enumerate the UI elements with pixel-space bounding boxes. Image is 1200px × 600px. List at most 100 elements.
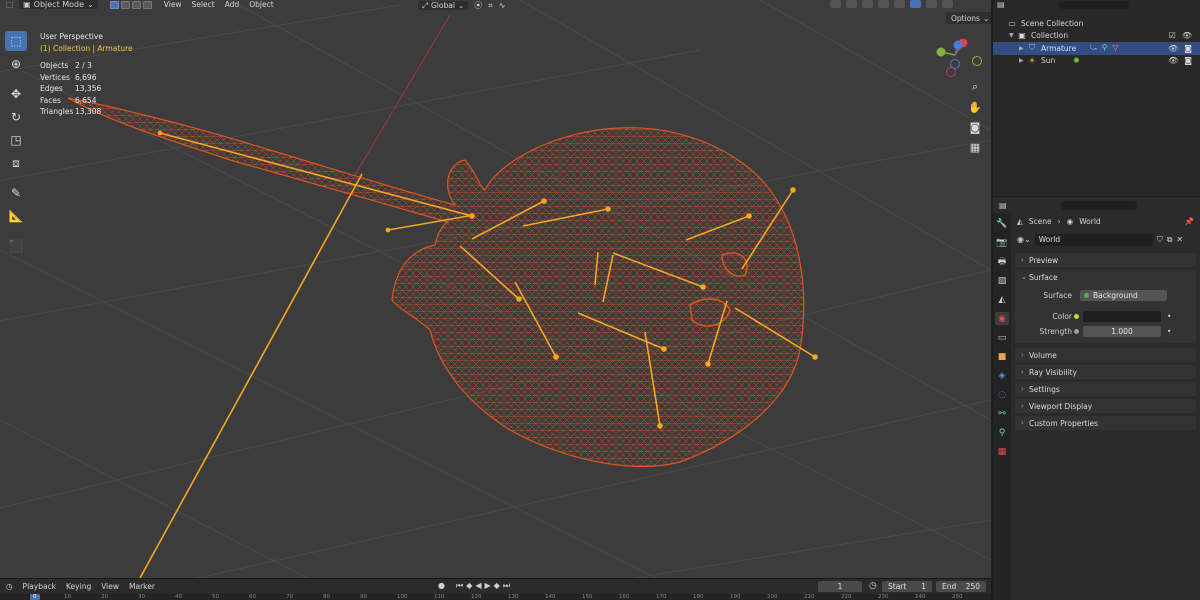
snap-icon[interactable]: ⌗ <box>488 1 493 11</box>
fake-user-shield-icon[interactable]: ⛉ <box>1157 235 1163 245</box>
texture-tab-icon[interactable]: ▦ <box>995 445 1009 458</box>
solid-shading-icon[interactable] <box>910 0 921 8</box>
transform-tool-icon[interactable]: ⧈ <box>5 153 27 173</box>
prev-keyframe-icon[interactable]: ◆ <box>466 581 472 591</box>
visibility-icon[interactable] <box>830 0 841 8</box>
eye-icon[interactable]: 👁 <box>1182 31 1192 40</box>
expand-triangle-icon[interactable]: ▼ <box>1009 32 1017 39</box>
expand-triangle-icon[interactable]: ▶ <box>1019 57 1027 64</box>
physics-tab-icon[interactable]: ◌ <box>995 388 1009 401</box>
pan-hand-icon[interactable]: ✋ <box>968 100 982 114</box>
duplicate-icon[interactable]: ⧉ <box>1167 235 1173 245</box>
frame-ruler[interactable]: 0 10 20 30 40 50 60 70 80 90 100 110 120… <box>0 594 991 600</box>
checkbox-icon[interactable]: ☑ <box>1169 31 1176 40</box>
gizmo-icon[interactable] <box>846 0 857 8</box>
add-cube-tool-icon[interactable]: ⬛ <box>5 236 27 256</box>
move-tool-icon[interactable]: ✥ <box>5 84 27 104</box>
outliner-item-sun[interactable]: ▶ ☀ Sun ✺ 👁 ◙ <box>993 55 1200 68</box>
current-frame-field[interactable]: 1 <box>818 581 862 592</box>
scene-tab-icon[interactable]: ◭ <box>995 293 1009 306</box>
rendered-shading-icon[interactable] <box>942 0 953 8</box>
menu-marker[interactable]: Marker <box>129 582 155 591</box>
preview-range-icon[interactable]: ◷ <box>869 581 877 591</box>
select-extend-icon[interactable] <box>120 0 130 9</box>
proportional-edit-icon[interactable]: ∿ <box>499 1 506 10</box>
panel-settings[interactable]: › Settings <box>1015 382 1196 396</box>
expand-triangle-icon[interactable]: ▶ <box>1019 45 1027 52</box>
outliner-editor-icon[interactable]: ▤ <box>997 0 1005 9</box>
3d-viewport[interactable]: ⬚ ▣ Object Mode ⌄ View Select Add Object… <box>0 0 991 578</box>
camera-icon[interactable]: ◙ <box>1184 56 1192 65</box>
end-frame-field[interactable]: End 250 <box>936 581 986 592</box>
outliner-scene-collection[interactable]: ▭ Scene Collection <box>993 17 1200 30</box>
panel-surface[interactable]: ⌄ Surface <box>1015 270 1196 284</box>
world-tab-icon[interactable]: ◉ <box>995 312 1009 325</box>
scale-tool-icon[interactable]: ◳ <box>5 130 27 150</box>
collection-tab-icon[interactable]: ▭ <box>995 331 1009 344</box>
mode-selector[interactable]: ▣ Object Mode ⌄ <box>19 0 98 9</box>
modifier-tab-icon[interactable]: ◈ <box>995 369 1009 382</box>
unlink-close-icon[interactable]: ✕ <box>1176 235 1183 244</box>
properties-editor-icon[interactable]: ▤ <box>999 201 1007 210</box>
keyframe-dot-icon[interactable]: • <box>1167 312 1171 321</box>
eye-icon[interactable]: 👁 <box>1168 56 1178 65</box>
annotate-tool-icon[interactable]: ✎ <box>5 183 27 203</box>
panel-viewport-display[interactable]: › Viewport Display <box>1015 399 1196 413</box>
color-swatch[interactable] <box>1083 311 1161 322</box>
output-tab-icon[interactable]: 🖶 <box>995 255 1009 268</box>
eye-icon[interactable]: 👁 <box>1168 44 1178 53</box>
menu-select[interactable]: Select <box>192 0 215 9</box>
view-layer-tab-icon[interactable]: ▧ <box>995 274 1009 287</box>
panel-custom-properties[interactable]: › Custom Properties <box>1015 416 1196 430</box>
play-icon[interactable]: ▶ <box>485 581 491 591</box>
options-button[interactable]: Options ⌄ <box>946 12 991 24</box>
pivot-icon[interactable]: ⦿ <box>474 0 482 11</box>
world-browse-icon[interactable]: ◉⌄ <box>1017 235 1031 244</box>
start-frame-field[interactable]: Start 1 <box>882 581 932 592</box>
wireframe-shading-icon[interactable] <box>894 0 905 8</box>
outliner-collection[interactable]: ▼ ▣ Collection ☑ 👁 <box>993 30 1200 43</box>
xray-icon[interactable] <box>878 0 889 8</box>
properties-search-field[interactable] <box>1060 200 1137 210</box>
render-tab-icon[interactable]: 📷 <box>995 236 1009 249</box>
measure-tool-icon[interactable]: 📐 <box>5 206 27 226</box>
menu-keying[interactable]: Keying <box>66 582 91 591</box>
menu-view[interactable]: View <box>101 582 119 591</box>
play-reverse-icon[interactable]: ◀ <box>475 581 481 591</box>
object-tab-icon[interactable]: ■ <box>995 350 1009 363</box>
rotate-tool-icon[interactable]: ↻ <box>5 107 27 127</box>
record-icon[interactable]: ● <box>438 581 445 591</box>
camera-icon[interactable]: ◙ <box>1184 44 1192 53</box>
strength-value-field[interactable]: 1.000 <box>1083 326 1161 337</box>
select-invert-icon[interactable] <box>142 0 152 9</box>
editor-type-icon[interactable]: ⬚ <box>6 0 13 9</box>
keyframe-dot-icon[interactable]: • <box>1167 327 1171 336</box>
material-shading-icon[interactable] <box>926 0 937 8</box>
menu-playback[interactable]: Playback <box>23 582 56 591</box>
constraint-tab-icon[interactable]: ⚯ <box>995 407 1009 420</box>
jump-end-icon[interactable]: ⏭ <box>503 581 510 591</box>
outliner-search-field[interactable] <box>1058 0 1129 9</box>
zoom-icon[interactable]: ⌕ <box>968 80 982 94</box>
playhead[interactable]: 0 <box>30 594 40 600</box>
select-box-tool-icon[interactable]: ⬚ <box>5 31 27 51</box>
viewport-scene[interactable] <box>0 0 991 578</box>
ortho-grid-icon[interactable]: ▦ <box>968 140 982 154</box>
cursor-tool-icon[interactable]: ⊕ <box>5 54 27 74</box>
jump-start-icon[interactable]: ⏮ <box>456 581 463 591</box>
world-name-field[interactable]: World <box>1034 233 1153 246</box>
panel-preview[interactable]: › Preview <box>1015 253 1196 267</box>
overlay-icon[interactable] <box>862 0 873 8</box>
menu-object[interactable]: Object <box>249 0 273 9</box>
outliner-item-armature[interactable]: ▶ ⛉ Armature ⤿ ⚲ ▽ 👁 ◙ <box>993 42 1200 55</box>
panel-volume[interactable]: › Volume <box>1015 348 1196 362</box>
next-keyframe-icon[interactable]: ◆ <box>494 581 500 591</box>
panel-ray-visibility[interactable]: › Ray Visibility <box>1015 365 1196 379</box>
camera-view-icon[interactable]: ◙ <box>968 120 982 134</box>
timeline-editor-icon[interactable]: ◷ <box>6 582 13 591</box>
select-new-icon[interactable] <box>109 0 119 9</box>
select-subtract-icon[interactable] <box>131 0 141 9</box>
pin-icon[interactable]: 📌 <box>1185 217 1194 226</box>
surface-shader-selector[interactable]: Background <box>1080 290 1167 301</box>
object-data-tab-icon[interactable]: ⚲ <box>995 426 1009 439</box>
